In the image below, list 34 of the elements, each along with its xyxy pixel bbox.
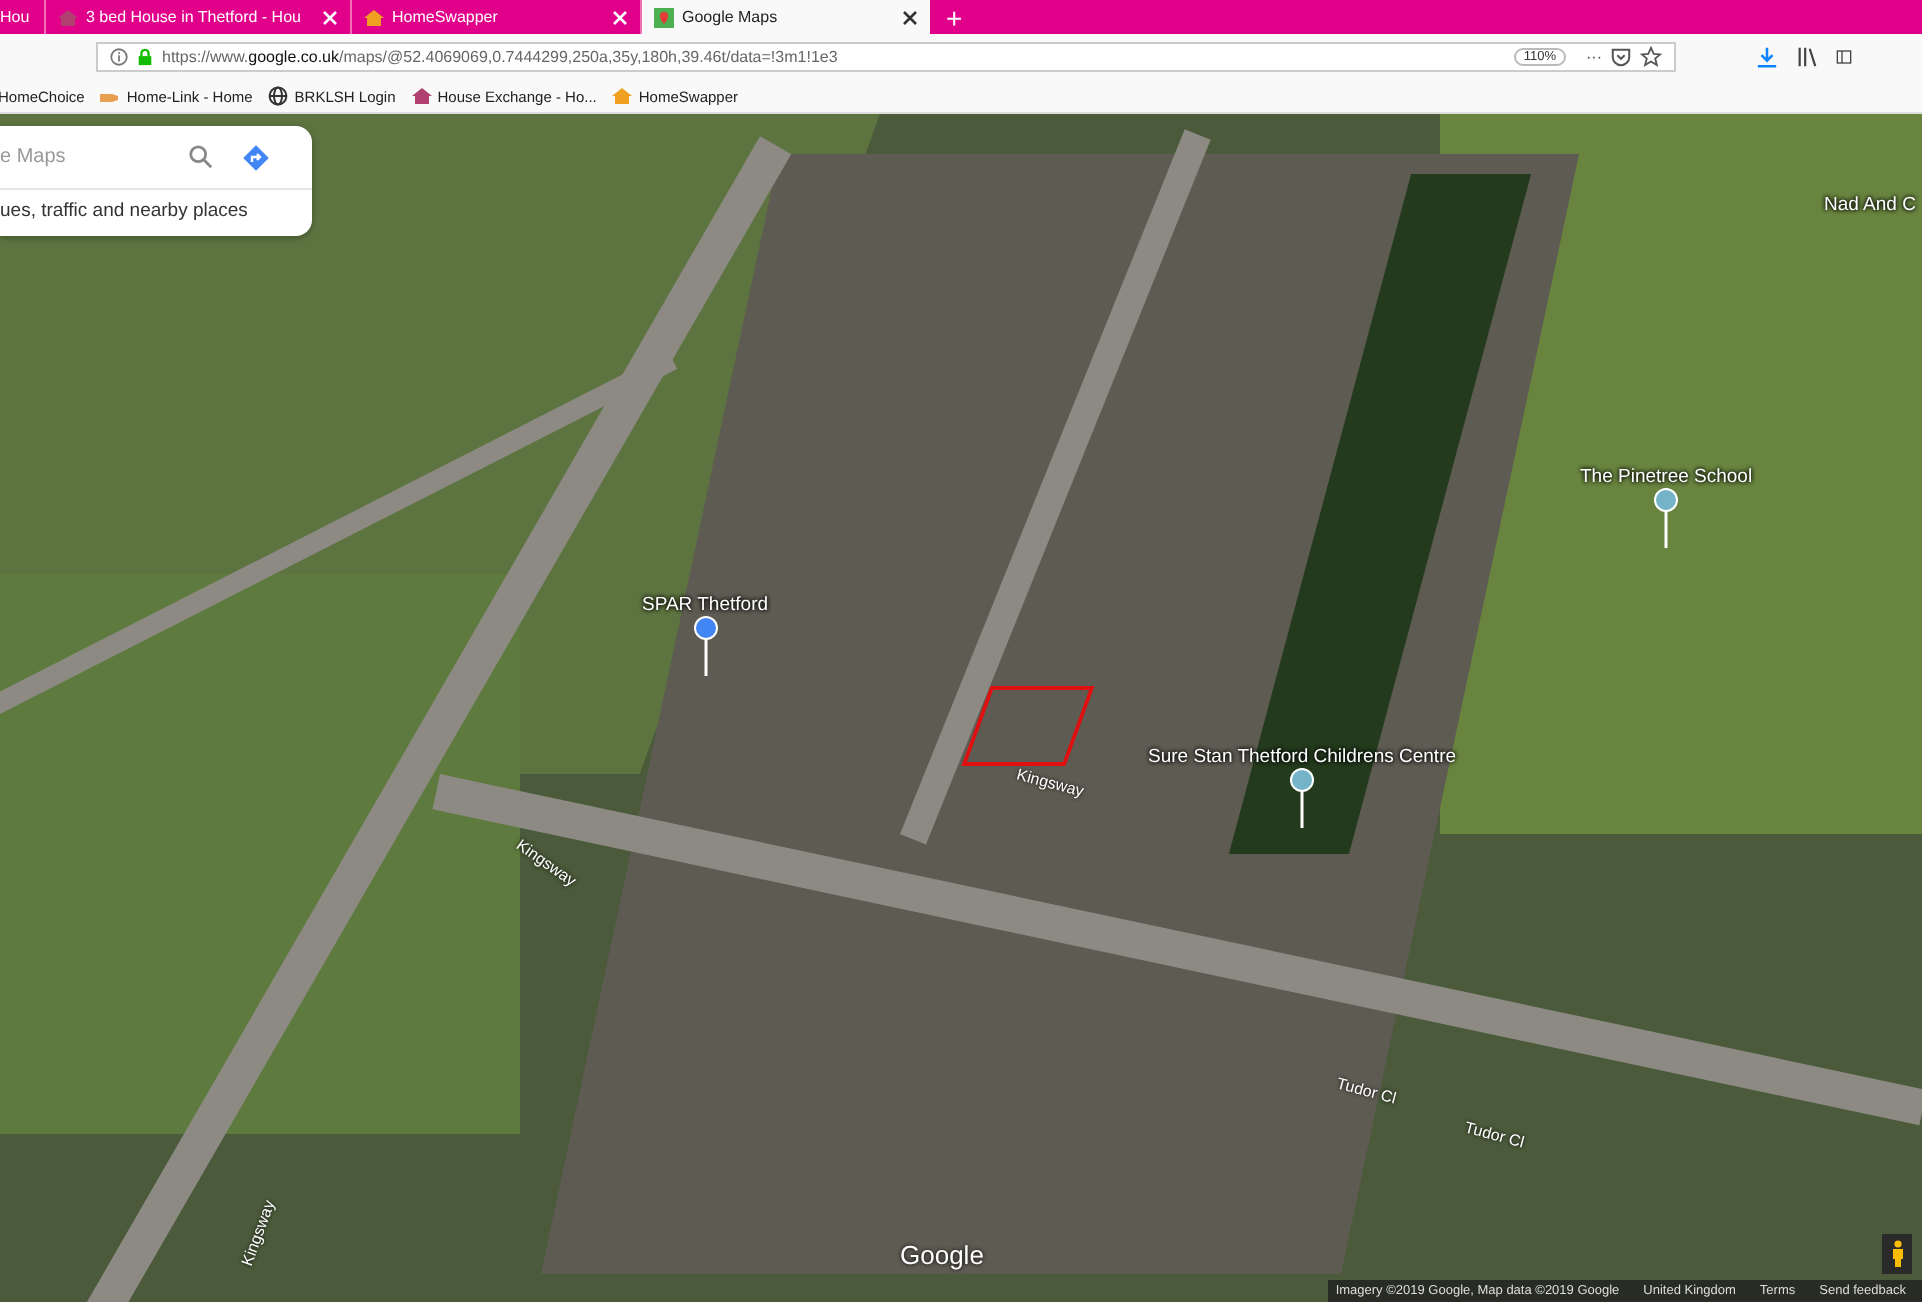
place-label[interactable]: SPAR Thetford [642, 594, 769, 616]
download-icon[interactable] [1756, 46, 1778, 68]
house-icon [612, 86, 633, 106]
url-text: https://www.google.co.uk/maps/@52.4069069,0.7444299,250a,35y,180h,39.46t/data=!3m1!1e3 [162, 48, 840, 66]
map-pin-icon[interactable] [1290, 768, 1315, 828]
explore-hint[interactable]: ues, traffic and nearby places [0, 190, 312, 236]
pocket-icon[interactable] [1610, 46, 1632, 68]
google-logo: Google [900, 1240, 984, 1270]
search-field[interactable]: e Maps [0, 146, 164, 168]
lock-icon [136, 48, 154, 66]
place-label[interactable]: Nad And C [1824, 194, 1916, 216]
map-pin-icon[interactable] [693, 616, 717, 676]
close-icon[interactable] [902, 9, 918, 25]
map-pin-icon [654, 7, 674, 27]
street-label: Tudor Cl [1462, 1118, 1527, 1152]
place-label[interactable]: The Pinetree School [1580, 466, 1753, 488]
new-tab-button[interactable]: + [930, 0, 979, 34]
satellite-map-background[interactable] [0, 114, 1922, 1302]
globe-icon [268, 86, 289, 106]
street-label: Tudor Cl [1334, 1074, 1399, 1108]
browser-tab[interactable]: Google Maps [640, 0, 930, 34]
library-icon[interactable] [1796, 46, 1818, 68]
pegman-icon[interactable] [1882, 1234, 1912, 1274]
sidebar-icon[interactable] [1836, 46, 1852, 68]
house-icon [364, 7, 384, 27]
property-outline [961, 686, 1095, 766]
search-icon[interactable] [188, 144, 214, 170]
house-icon [411, 86, 432, 106]
more-button[interactable]: ··· [1586, 48, 1602, 66]
info-icon[interactable] [110, 48, 128, 66]
star-icon[interactable] [1640, 46, 1662, 68]
house-icon [58, 7, 78, 27]
place-label[interactable]: Sure Stan Thetford Childrens Centre [1148, 746, 1457, 768]
browser-tab[interactable]: Hou [0, 0, 44, 34]
